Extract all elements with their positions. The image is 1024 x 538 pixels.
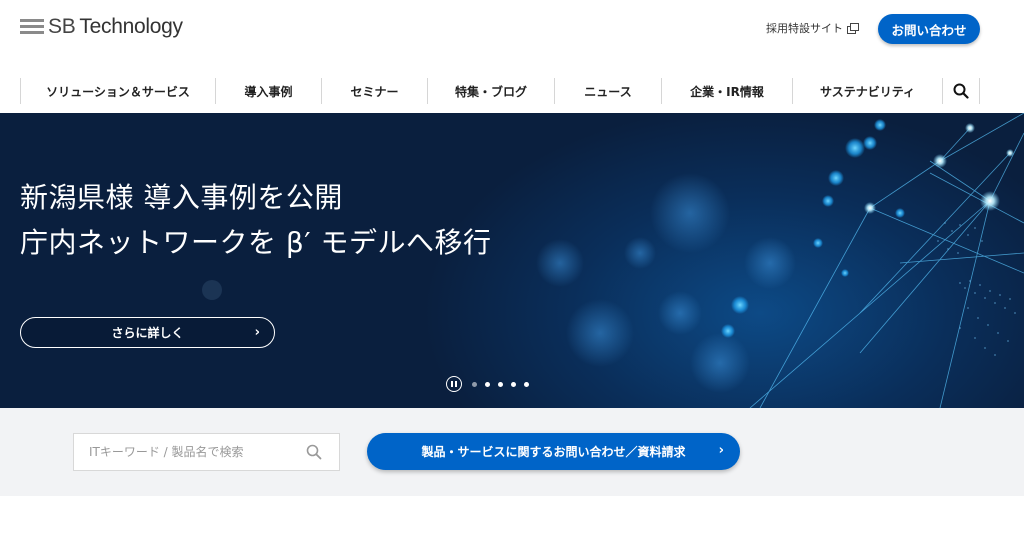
slider-pagination	[446, 376, 533, 392]
pause-button[interactable]	[446, 376, 462, 392]
hero-slider: 新潟県様 導入事例を公開 庁内ネットワークを β′ モデルへ移行 さらに詳しく …	[0, 113, 1024, 408]
pause-icon-bar	[455, 381, 457, 387]
contact-button[interactable]: お問い合わせ	[878, 14, 980, 44]
nav-item-company-ir[interactable]: 企業・IR情報	[661, 78, 792, 104]
site-header: SB Technology 採用特設サイト お問い合わせ	[0, 0, 1024, 60]
search-icon	[306, 444, 322, 460]
slider-dot-2[interactable]	[485, 381, 490, 387]
slider-dot-5[interactable]	[524, 381, 529, 387]
external-link-icon	[847, 23, 859, 34]
product-inquiry-label: 製品・サービスに関するお問い合わせ／資料請求	[421, 445, 686, 459]
search-box	[73, 433, 340, 471]
search-icon	[953, 83, 969, 99]
product-inquiry-button[interactable]: 製品・サービスに関するお問い合わせ／資料請求 ›	[367, 433, 740, 470]
nav-item-sustainability[interactable]: サステナビリティ	[792, 78, 942, 104]
logo-prefix: SB	[48, 15, 76, 38]
global-nav: ソリューション＆サービス 導入事例 セミナー 特集・ブログ ニュース 企業・IR…	[20, 78, 980, 104]
nav-item-solutions[interactable]: ソリューション＆サービス	[20, 78, 215, 104]
recruit-site-link[interactable]: 採用特設サイト	[766, 20, 859, 36]
hero-title: 新潟県様 導入事例を公開 庁内ネットワークを β′ モデルへ移行	[20, 175, 492, 265]
nav-item-case-studies[interactable]: 導入事例	[215, 78, 321, 104]
logo-mark-icon	[20, 16, 44, 38]
slider-dot-1[interactable]	[472, 381, 477, 387]
recruit-link-label: 採用特設サイト	[766, 22, 843, 35]
slider-dot-3[interactable]	[498, 381, 503, 387]
site-logo[interactable]: SB Technology	[20, 14, 183, 40]
nav-item-news[interactable]: ニュース	[554, 78, 661, 104]
chevron-right-icon: ›	[718, 443, 724, 458]
logo-text: SB Technology	[48, 14, 183, 40]
search-band: 製品・サービスに関するお問い合わせ／資料請求 ›	[0, 408, 1024, 496]
hero-title-line1: 新潟県様 導入事例を公開	[20, 181, 343, 214]
nav-item-blog[interactable]: 特集・ブログ	[427, 78, 554, 104]
nav-item-seminars[interactable]: セミナー	[321, 78, 427, 104]
learn-more-label: さらに詳しく	[111, 326, 184, 340]
search-submit-button[interactable]	[294, 434, 334, 470]
hero-title-line2: 庁内ネットワークを β′ モデルへ移行	[20, 226, 492, 259]
slider-dot-4[interactable]	[511, 381, 516, 387]
pause-icon-bar	[451, 381, 453, 387]
chevron-right-icon: ›	[254, 325, 260, 340]
search-input[interactable]	[74, 434, 294, 470]
learn-more-button[interactable]: さらに詳しく ›	[20, 317, 275, 348]
logo-name: Technology	[79, 15, 183, 38]
nav-search-button[interactable]	[942, 78, 980, 104]
